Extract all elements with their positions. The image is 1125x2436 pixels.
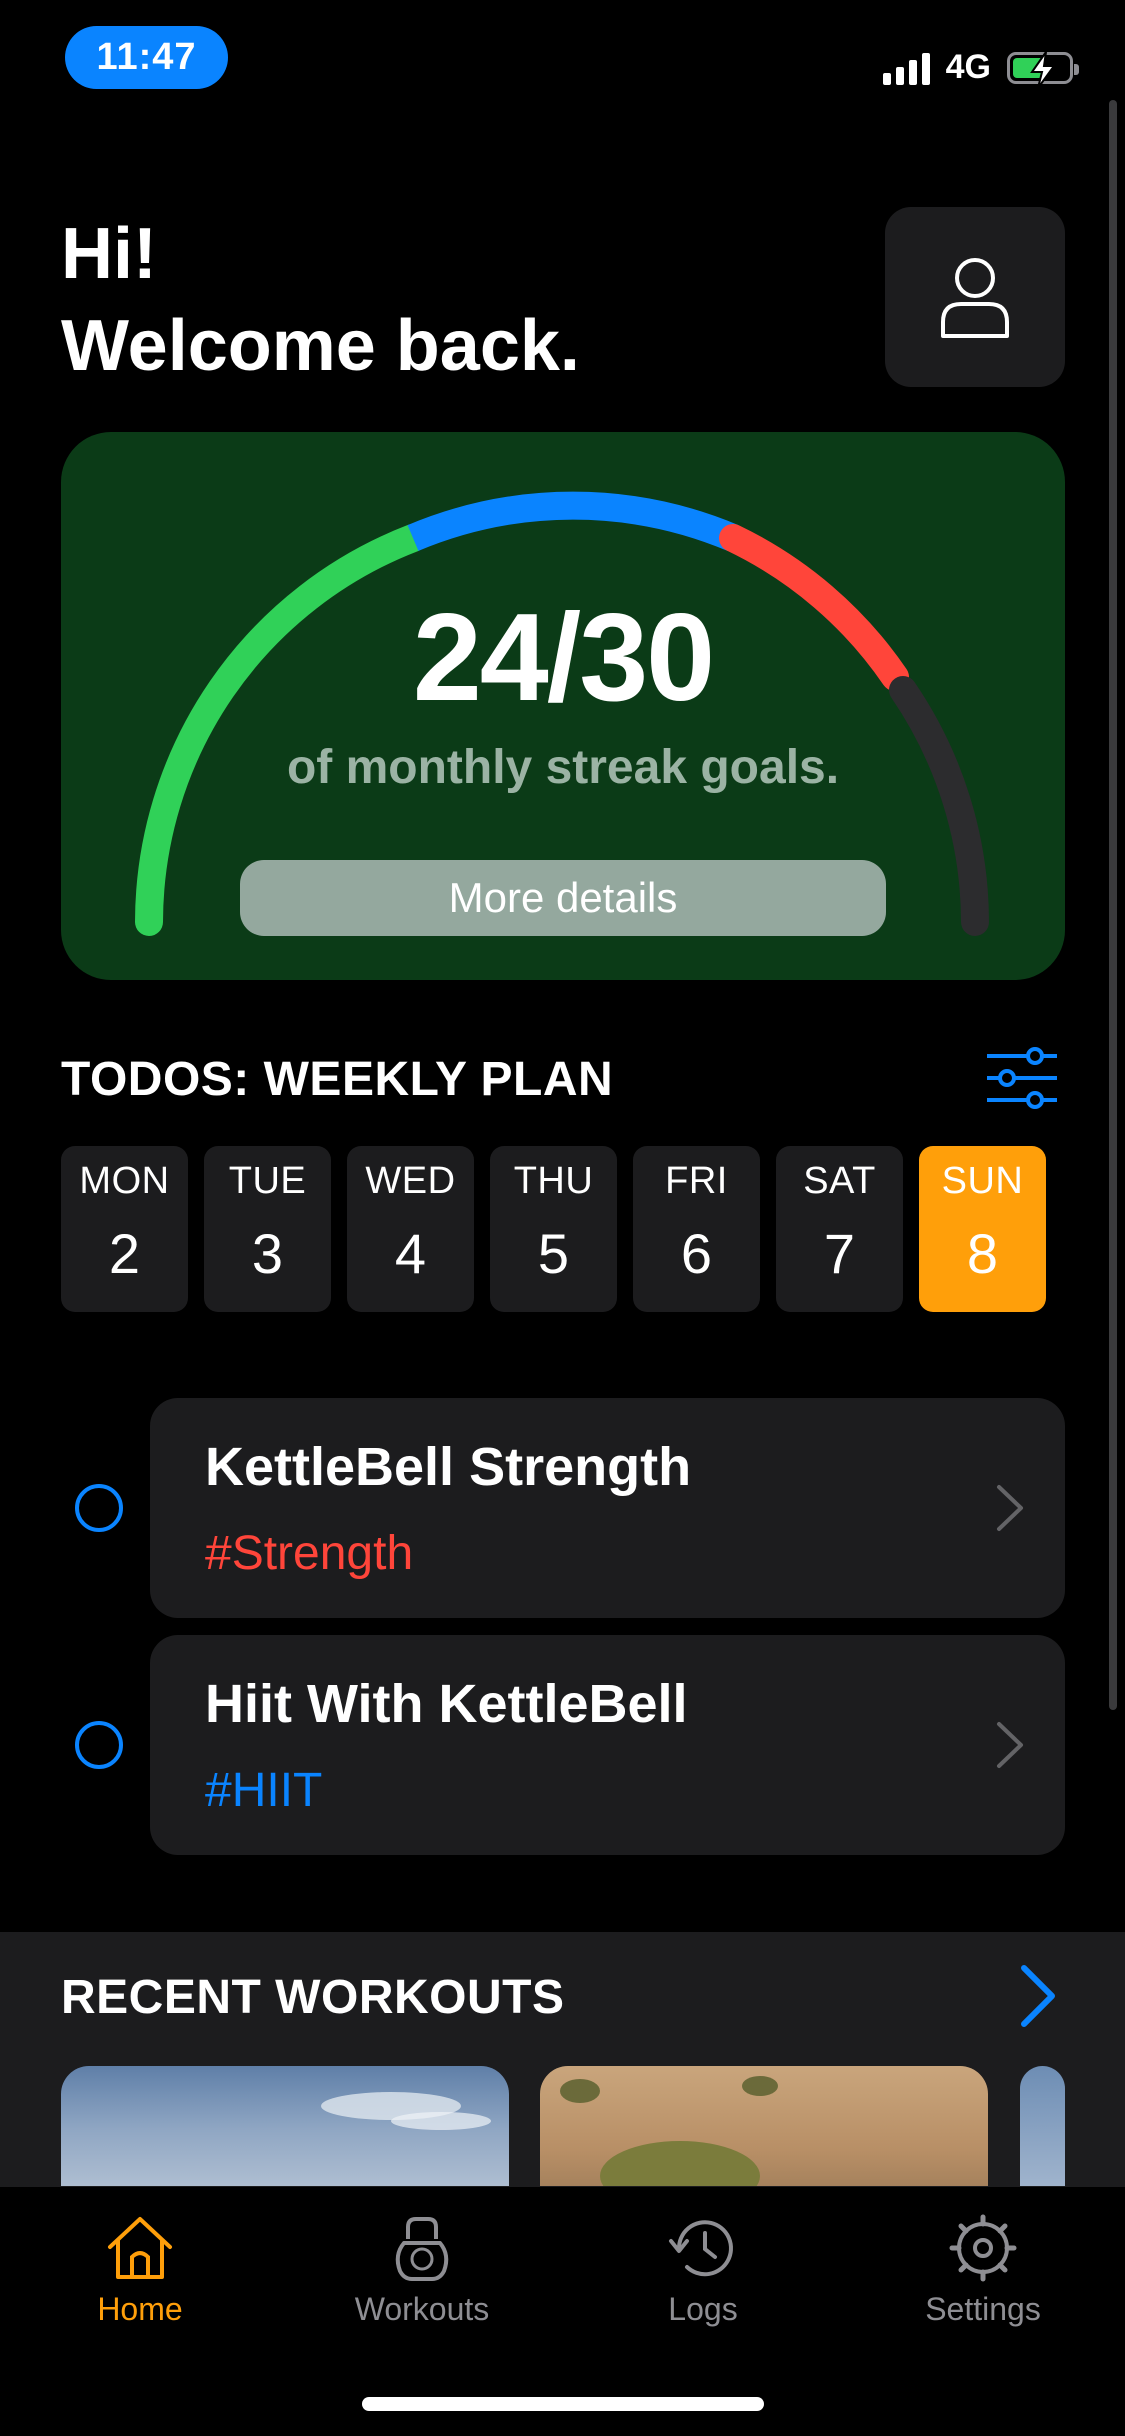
status-time: 11:47 [65,26,228,89]
workout-thumbnail[interactable] [61,2066,509,2206]
tab-workouts[interactable]: Workouts [322,2213,522,2328]
day-name: FRI [665,1160,728,1202]
todo-card[interactable]: Hiit With KettleBell #HIIT [150,1635,1065,1855]
chevron-right-icon [997,1722,1023,1768]
home-indicator[interactable] [362,2397,764,2411]
day-mon[interactable]: MON 2 [61,1146,188,1312]
todo-tag: #Strength [205,1527,414,1580]
person-icon [941,258,1009,338]
profile-button[interactable] [885,207,1065,387]
recent-workouts-title: RECENT WORKOUTS [61,1971,565,2024]
todo-title: KettleBell Strength [205,1437,692,1497]
weekly-plan-title: TODOS: WEEKLY PLAN [61,1053,614,1106]
todo-item: KettleBell Strength #Strength [0,1398,1125,1618]
day-fri[interactable]: FRI 6 [633,1146,760,1312]
kettlebell-icon [395,2217,449,2281]
day-thu[interactable]: THU 5 [490,1146,617,1312]
sliders-icon[interactable] [985,1046,1059,1110]
recent-workouts-section: RECENT WORKOUTS [0,1932,1125,2206]
day-name: SAT [803,1160,876,1202]
workout-thumbnail[interactable] [1020,2066,1065,2206]
day-number: 6 [680,1222,713,1285]
chevron-right-icon[interactable] [1016,1964,1060,2028]
day-sat[interactable]: SAT 7 [776,1146,903,1312]
more-details-button[interactable]: More details [240,860,886,936]
day-name: MON [79,1160,170,1202]
workout-thumbnail[interactable] [540,2066,988,2206]
day-tue[interactable]: TUE 3 [204,1146,331,1312]
todo-card[interactable]: KettleBell Strength #Strength [150,1398,1065,1618]
tab-logs[interactable]: Logs [603,2213,803,2328]
tab-home[interactable]: Home [40,2213,240,2328]
status-indicators: 4G [882,48,1079,89]
battery-icon [1007,50,1079,89]
day-number: 7 [823,1222,856,1285]
sky-cloud-image [321,2092,491,2130]
day-number: 3 [251,1222,284,1285]
charging-bolt-icon [1030,50,1056,89]
chevron-right-icon [997,1485,1023,1531]
day-number: 4 [394,1222,427,1285]
todo-checkbox[interactable] [75,1721,123,1769]
todo-checkbox[interactable] [75,1484,123,1532]
greeting-line-1: Hi! [61,214,157,294]
tab-label: Settings [925,2291,1041,2327]
greeting-line-2: Welcome back. [61,306,580,386]
tab-label: Logs [668,2291,738,2327]
day-number: 2 [108,1222,141,1285]
streak-card: 24/30 of monthly streak goals. More deta… [61,432,1065,980]
todo-title: Hiit With KettleBell [205,1674,688,1734]
network-type: 4G [945,48,991,86]
day-name: WED [365,1160,456,1202]
tab-label: Home [97,2291,183,2327]
day-number: 8 [966,1222,999,1285]
week-day-selector: MON 2 TUE 3 WED 4 THU 5 FRI 6 SAT 7 SUN 8 [61,1146,1046,1312]
tab-settings[interactable]: Settings [883,2213,1083,2328]
gear-icon [949,2214,1017,2282]
day-number: 5 [537,1222,570,1285]
day-wed[interactable]: WED 4 [347,1146,474,1312]
todo-tag: #HIIT [205,1764,323,1817]
cellular-signal-icon [882,51,930,85]
history-icon [669,2220,733,2277]
streak-caption: of monthly streak goals. [286,741,840,794]
todo-item: Hiit With KettleBell #HIIT [0,1635,1125,1855]
day-name: SUN [941,1160,1024,1202]
day-sun[interactable]: SUN 8 [919,1146,1046,1312]
day-name: THU [513,1160,594,1202]
desert-rock-image [560,2076,778,2206]
day-name: TUE [228,1160,307,1202]
streak-value: 24/30 [412,589,715,727]
tab-label: Workouts [354,2291,490,2327]
greeting: Hi! Welcome back. [61,208,580,392]
house-icon [108,2217,172,2279]
gauge-segment-blue [407,491,739,551]
